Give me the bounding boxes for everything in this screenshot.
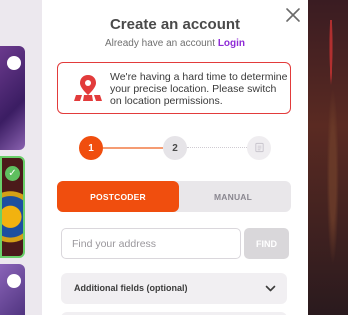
tab-postcoder[interactable]: POSTCODER bbox=[57, 181, 179, 212]
step-final bbox=[247, 136, 271, 160]
game-tile[interactable] bbox=[0, 46, 25, 150]
login-prompt: Already have an account Login bbox=[42, 38, 308, 49]
step-2: 2 bbox=[163, 136, 187, 160]
address-search-input[interactable] bbox=[61, 228, 241, 259]
step-1: 1 bbox=[79, 136, 103, 160]
find-button[interactable]: FIND bbox=[244, 228, 289, 259]
check-icon: ✓ bbox=[5, 166, 20, 181]
additional-fields-label: Additional fields (optional) bbox=[74, 283, 188, 293]
stepper-connector bbox=[187, 147, 247, 148]
chevron-down-icon bbox=[264, 282, 277, 295]
location-pin-icon bbox=[74, 73, 102, 103]
tab-manual[interactable]: MANUAL bbox=[175, 181, 291, 212]
location-alert: We're having a hard time to determine yo… bbox=[57, 62, 291, 114]
stepper-connector-active bbox=[103, 147, 163, 149]
game-tile-selected[interactable]: ✓ bbox=[0, 156, 25, 258]
modal-title: Create an account bbox=[109, 16, 241, 33]
background-image bbox=[308, 0, 348, 315]
game-list: ✓ bbox=[0, 0, 42, 315]
badge-icon bbox=[7, 274, 21, 288]
additional-fields-toggle[interactable]: Additional fields (optional) bbox=[61, 273, 287, 304]
login-link[interactable]: Login bbox=[218, 38, 245, 49]
alert-message: We're having a hard time to determine yo… bbox=[110, 71, 288, 107]
badge-icon bbox=[7, 56, 21, 70]
login-prompt-text: Already have an account bbox=[104, 38, 216, 49]
address-mode-tabs: POSTCODER MANUAL bbox=[57, 181, 291, 212]
document-icon bbox=[254, 142, 265, 155]
game-tile[interactable] bbox=[0, 264, 25, 315]
